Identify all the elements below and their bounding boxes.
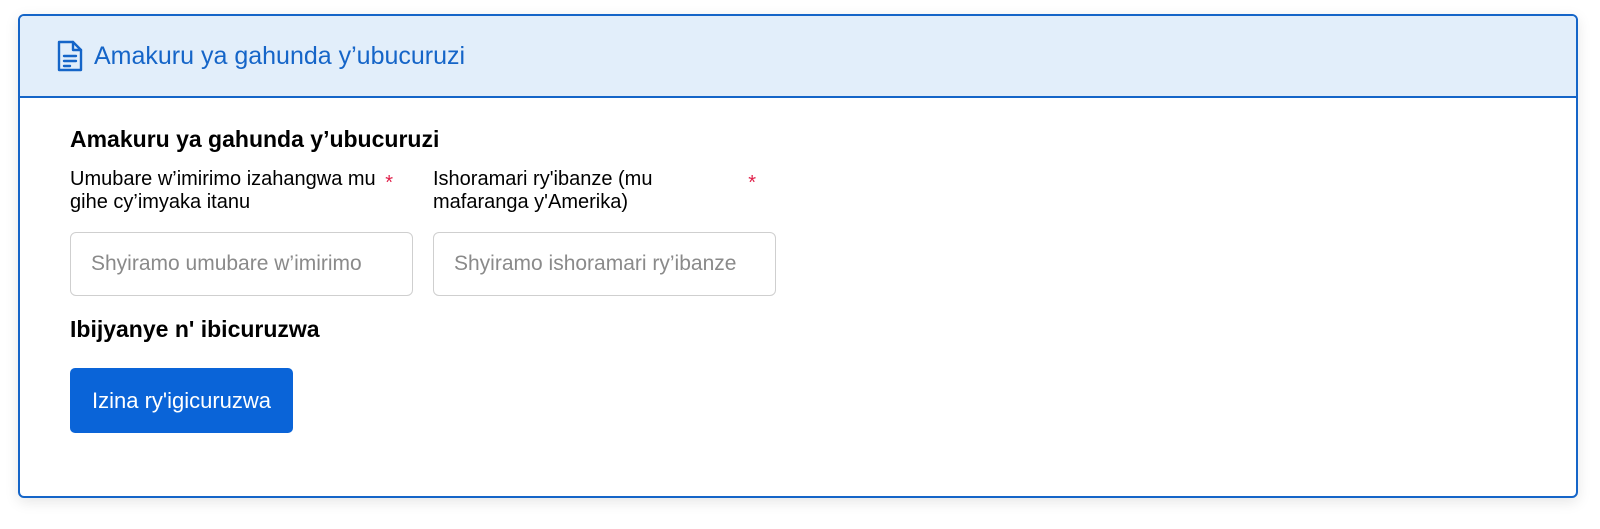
- products-section-title: Ibijyanye n' ibicuruzwa: [70, 316, 320, 342]
- field-label-row: Ishoramari ry'ibanze (mu mafaranga y'Ame…: [433, 168, 776, 216]
- document-icon: [56, 39, 84, 73]
- initial-investment-field: Ishoramari ry'ibanze (mu mafaranga y'Ame…: [433, 168, 776, 296]
- initial-investment-input[interactable]: [433, 232, 776, 296]
- panel-title: Amakuru ya gahunda y’ubucuruzi: [94, 41, 466, 70]
- field-label-row: Umubare w’imirimo izahangwa mu gihe cy’i…: [70, 168, 413, 216]
- required-asterisk: *: [385, 172, 393, 194]
- panel-body: Amakuru ya gahunda y’ubucuruzi Umubare w…: [20, 98, 1576, 433]
- required-asterisk: *: [748, 172, 756, 194]
- jobs-created-label: Umubare w’imirimo izahangwa mu gihe cy’i…: [70, 168, 376, 213]
- business-plan-panel: Amakuru ya gahunda y’ubucuruzi Amakuru y…: [18, 14, 1578, 498]
- panel-header: Amakuru ya gahunda y’ubucuruzi: [20, 16, 1576, 98]
- product-name-button[interactable]: Izina ry'igicuruzwa: [70, 368, 294, 433]
- form-fields-row: Umubare w’imirimo izahangwa mu gihe cy’i…: [70, 168, 1576, 296]
- section-title: Amakuru ya gahunda y’ubucuruzi: [70, 126, 440, 152]
- initial-investment-label: Ishoramari ry'ibanze (mu mafaranga y'Ame…: [433, 168, 653, 213]
- jobs-created-input[interactable]: [70, 232, 413, 296]
- jobs-created-field: Umubare w’imirimo izahangwa mu gihe cy’i…: [70, 168, 413, 296]
